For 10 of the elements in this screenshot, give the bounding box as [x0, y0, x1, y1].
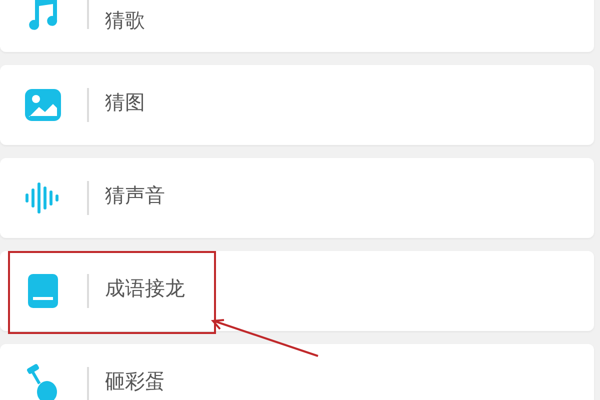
menu-card[interactable]: 成语接龙 [0, 251, 594, 331]
menu-card[interactable]: 猜声音 [0, 158, 594, 238]
menu-label: 砸彩蛋 [105, 368, 165, 394]
menu-label: 成语接龙 [105, 274, 185, 302]
menu-label: 猜图 [105, 88, 145, 116]
menu-card[interactable]: 猜歌 [0, 0, 594, 52]
menu-label: 猜歌 [105, 6, 145, 34]
menu-card[interactable]: 砸彩蛋 [0, 344, 594, 400]
menu-card[interactable]: 猜图 [0, 65, 594, 145]
menu-label: 猜声音 [105, 182, 165, 208]
